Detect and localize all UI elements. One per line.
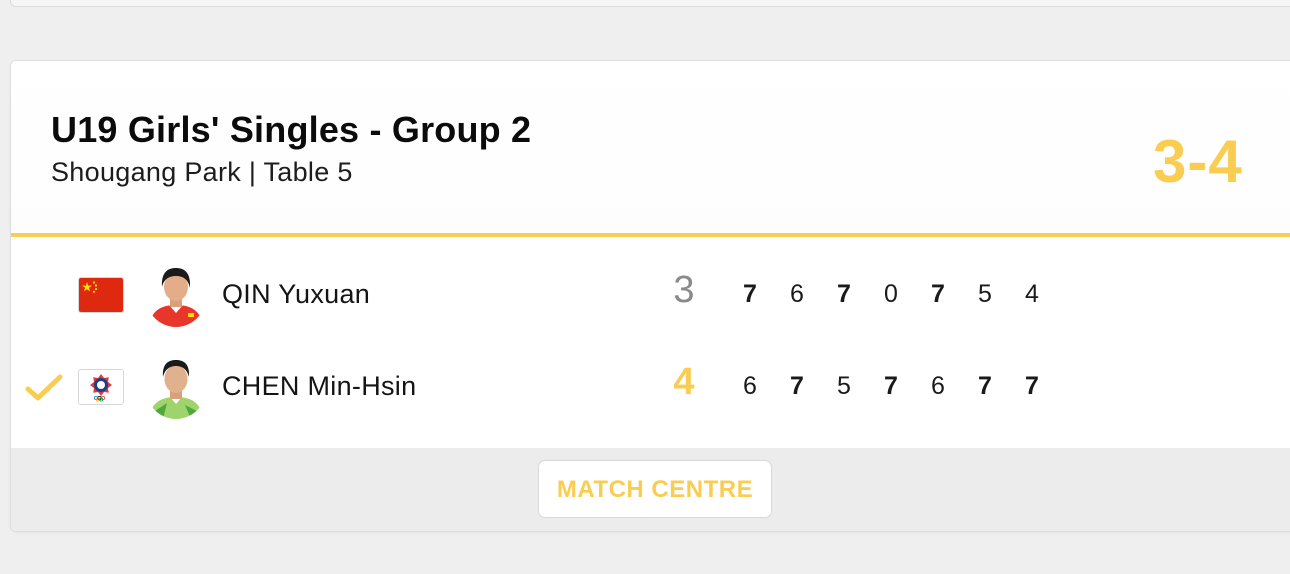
set-score: 7 xyxy=(837,280,851,308)
match-venue: Shougang Park | Table 5 xyxy=(51,157,353,187)
set-score: 7 xyxy=(1025,372,1039,400)
china-flag-icon xyxy=(78,277,124,313)
games-won: 3 xyxy=(673,269,695,311)
player-avatar xyxy=(145,353,207,419)
set-score: 4 xyxy=(1025,280,1039,308)
player-row: QIN Yuxuan 3 7 6 7 0 7 5 4 xyxy=(11,247,1290,337)
match-footer: MATCH CENTRE xyxy=(11,448,1290,531)
previous-match-card-edge xyxy=(10,0,1290,7)
set-score: 5 xyxy=(837,372,851,400)
match-centre-button[interactable]: MATCH CENTRE xyxy=(538,460,772,518)
overall-score: 3-4 xyxy=(1153,128,1243,195)
set-score: 5 xyxy=(978,280,992,308)
player-row: CHEN Min-Hsin 4 6 7 5 7 6 7 7 xyxy=(11,339,1290,429)
match-title: U19 Girls' Singles - Group 2 xyxy=(51,109,532,150)
match-header: U19 Girls' Singles - Group 2 Shougang Pa… xyxy=(11,61,1290,237)
player-avatar xyxy=(145,261,207,327)
set-score: 6 xyxy=(931,372,945,400)
player-name: QIN Yuxuan xyxy=(222,279,371,309)
games-won: 4 xyxy=(673,361,695,403)
set-score: 6 xyxy=(790,280,804,308)
chinese-taipei-flag-icon xyxy=(78,369,124,405)
player-name: CHEN Min-Hsin xyxy=(222,371,417,401)
set-score: 7 xyxy=(931,280,945,308)
match-card: U19 Girls' Singles - Group 2 Shougang Pa… xyxy=(10,60,1290,532)
set-score: 7 xyxy=(743,280,757,308)
set-score: 6 xyxy=(743,372,757,400)
winner-check-icon xyxy=(25,373,63,403)
set-score: 7 xyxy=(978,372,992,400)
set-score: 0 xyxy=(884,280,898,308)
set-score: 7 xyxy=(884,372,898,400)
set-score: 7 xyxy=(790,372,804,400)
